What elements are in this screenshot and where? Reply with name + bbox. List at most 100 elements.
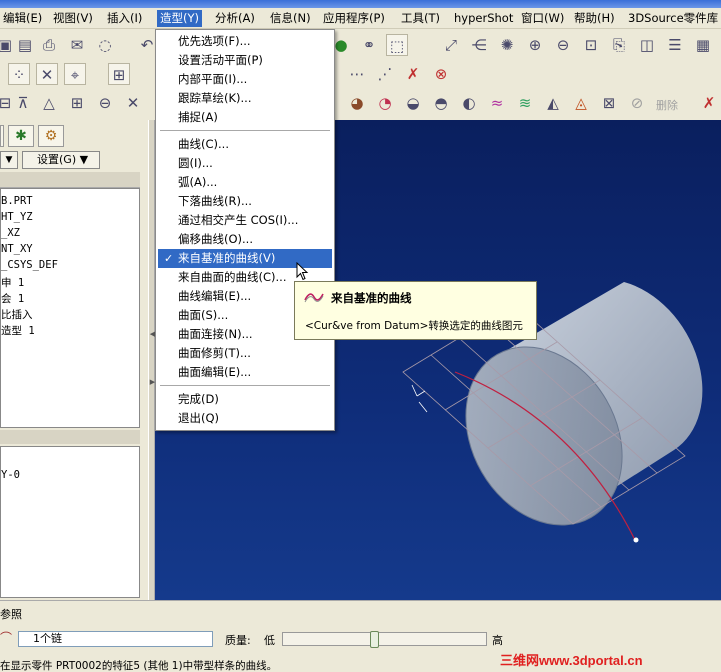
toolbar-row-1: ▣ ▤ ⎙ ✉ ◌ ↶ ● ⚭ ⬚ ⤢ ⋲ ✺ ⊕ ⊖ ⊡ ⎘ ◫ ☰ ▦ — [0, 34, 721, 63]
saved-analysis-icon[interactable]: ⊠ — [598, 92, 620, 114]
delete-curvature-icon[interactable]: ✗ — [402, 63, 424, 85]
mouse-cursor-icon — [296, 262, 309, 281]
menu-item-surface-trim[interactable]: 曲面修剪(T)... — [158, 344, 332, 363]
menu-view[interactable]: 视图(V) — [50, 10, 96, 27]
menu-item-set-active-plane[interactable]: 设置活动平面(P) — [158, 51, 332, 70]
curvature-icon[interactable]: ⋰ — [374, 63, 396, 85]
settings-dropdown[interactable]: 设置(G) ▼ — [22, 151, 100, 169]
menu-edit[interactable]: 编辑(E) — [0, 10, 45, 27]
menu-info[interactable]: 信息(N) — [267, 10, 314, 27]
panel-tabs: ✱ ⚙ — [0, 122, 148, 150]
datum-table-icon[interactable]: ⊞ — [66, 92, 88, 114]
tree-item[interactable]: 申 1 — [1, 275, 24, 290]
menu-analysis[interactable]: 分析(A) — [212, 10, 258, 27]
menu-item-quit[interactable]: 退出(Q) — [158, 409, 332, 428]
references-tab[interactable]: 参照 — [0, 606, 22, 622]
print-icon[interactable]: ⎙ — [38, 34, 60, 56]
menu-applications[interactable]: 应用程序(P) — [320, 10, 388, 27]
menu-hypershot[interactable]: hyperShot — [451, 10, 516, 27]
menu-item-surface-edit[interactable]: 曲面编辑(E)... — [158, 363, 332, 382]
select-box-icon[interactable]: ⬚ — [386, 34, 408, 56]
menu-item-offset-curve[interactable]: 偏移曲线(O)... — [158, 230, 332, 249]
menu-item-curve[interactable]: 曲线(C)... — [158, 135, 332, 154]
chain-collector[interactable]: 1个链 — [18, 631, 213, 647]
menu-insert[interactable]: 插入(I) — [104, 10, 145, 27]
menu-item-done[interactable]: 完成(D) — [158, 390, 332, 409]
saved-views-icon[interactable]: ◫ — [636, 34, 658, 56]
datum-axis-icon[interactable]: ⋲ — [468, 34, 490, 56]
menu-item-intersect-cos[interactable]: 通过相交产生 COS(I)... — [158, 211, 332, 230]
show-dropdown[interactable]: ▼ — [0, 151, 18, 169]
draft-icon[interactable]: ◐ — [458, 92, 480, 114]
datum-axis-marker — [411, 384, 428, 413]
delete-analysis-icon[interactable]: ⊗ — [430, 63, 452, 85]
spin-center-icon[interactable]: ✺ — [496, 34, 518, 56]
menu-separator — [160, 385, 330, 386]
delete-button[interactable]: 删除 — [656, 97, 678, 113]
point-scatter-icon[interactable]: ⁘ — [8, 63, 30, 85]
slope-icon[interactable]: ◒ — [402, 92, 424, 114]
tree-item[interactable]: 会 1 — [1, 291, 24, 306]
repaint-icon[interactable]: ◌ — [94, 34, 116, 56]
save-copy-icon[interactable]: ▤ — [14, 34, 36, 56]
sketch-grid-icon[interactable]: ⊞ — [108, 63, 130, 85]
tree-item[interactable]: B.PRT — [1, 195, 33, 207]
tree-item[interactable]: HT_YZ — [1, 211, 33, 223]
layer-list[interactable]: Y-0 — [0, 446, 140, 598]
panel-sash[interactable]: ◀ ▶ — [148, 120, 155, 600]
zoom-in-icon[interactable]: ⊕ — [524, 34, 546, 56]
datum-plane-icon[interactable]: ⊼ — [12, 92, 34, 114]
datum-point-icon[interactable]: △ — [38, 92, 60, 114]
curve-endpoint[interactable] — [633, 537, 639, 543]
quality-slider[interactable] — [282, 631, 487, 648]
tooltip: 来自基准的曲线 <Cur&ve from Datum>转换选定的曲线图元 — [294, 281, 537, 340]
tree-item[interactable]: 造型 1 — [1, 323, 35, 338]
menu-item-preferences[interactable]: 优先选项(F)... — [158, 32, 332, 51]
toolbar-area: ▣ ▤ ⎙ ✉ ◌ ↶ ● ⚭ ⬚ ⤢ ⋲ ✺ ⊕ ⊖ ⊡ ⎘ ◫ ☰ ▦ ⁘ … — [0, 30, 721, 120]
view-manager-icon[interactable]: ▦ — [692, 34, 714, 56]
hide-icon[interactable]: ⊘ — [626, 92, 648, 114]
tree-header — [0, 172, 140, 188]
menu-item-arc[interactable]: 弧(A)... — [158, 173, 332, 192]
datum-curve-icon[interactable]: ✕ — [122, 92, 144, 114]
tab-model-tree[interactable] — [0, 125, 4, 147]
view-orient-icon[interactable]: ⤢ — [440, 34, 462, 56]
layers-icon[interactable]: ☰ — [664, 34, 686, 56]
menu-window[interactable]: 窗口(W) — [518, 10, 567, 27]
menu-3dsource[interactable]: 3DSource零件库 — [625, 10, 721, 27]
model-tree[interactable]: B.PRT HT_YZ _XZ NT_XY _CSYS_DEF 申 1 会 1 … — [0, 188, 140, 428]
menu-tools[interactable]: 工具(T) — [398, 10, 443, 27]
datum-csys-icon[interactable]: ⊖ — [94, 92, 116, 114]
tree-item[interactable]: 比插入 — [1, 307, 33, 322]
curve-connect-icon[interactable]: ≋ — [514, 92, 536, 114]
section-icon[interactable]: ◓ — [430, 92, 452, 114]
menu-item-snap[interactable]: 捕捉(A) — [158, 108, 332, 127]
tree-item[interactable]: _XZ — [1, 227, 20, 239]
delete-icon[interactable]: ✗ — [698, 92, 720, 114]
menu-style[interactable]: 造型(Y) — [157, 10, 202, 27]
shade-icon[interactable]: ◕ — [346, 92, 368, 114]
point-icon[interactable]: ⌖ — [64, 63, 86, 85]
quality-slider-thumb[interactable] — [370, 631, 380, 648]
list-item[interactable]: Y-0 — [1, 469, 20, 481]
reflect-icon[interactable]: ◔ — [374, 92, 396, 114]
menu-item-circle[interactable]: 圆(I)... — [158, 154, 332, 173]
menu-item-drop-curve[interactable]: 下落曲线(R)... — [158, 192, 332, 211]
dihedral-icon[interactable]: ◭ — [542, 92, 564, 114]
find-icon[interactable]: ⚭ — [358, 34, 380, 56]
refit-icon[interactable]: ⊡ — [580, 34, 602, 56]
reorient-icon[interactable]: ⎘ — [608, 34, 630, 56]
menu-item-internal-plane[interactable]: 内部平面(I)... — [158, 70, 332, 89]
menu-item-trace-sketch[interactable]: 跟踪草绘(K)... — [158, 89, 332, 108]
color-map-icon[interactable]: ◬ — [570, 92, 592, 114]
zoom-out-icon[interactable]: ⊖ — [552, 34, 574, 56]
curvature-wave-icon[interactable]: ≈ — [486, 92, 508, 114]
tree-item[interactable]: NT_XY — [1, 243, 33, 255]
tab-favorites[interactable]: ⚙ — [38, 125, 64, 147]
menu-help[interactable]: 帮助(H) — [571, 10, 618, 27]
cross-points-icon[interactable]: ✕ — [36, 63, 58, 85]
curve-analysis-icon[interactable]: ⋯ — [346, 63, 368, 85]
tab-folder-browser[interactable]: ✱ — [8, 125, 34, 147]
send-icon[interactable]: ✉ — [66, 34, 88, 56]
tree-item[interactable]: _CSYS_DEF — [1, 259, 58, 271]
